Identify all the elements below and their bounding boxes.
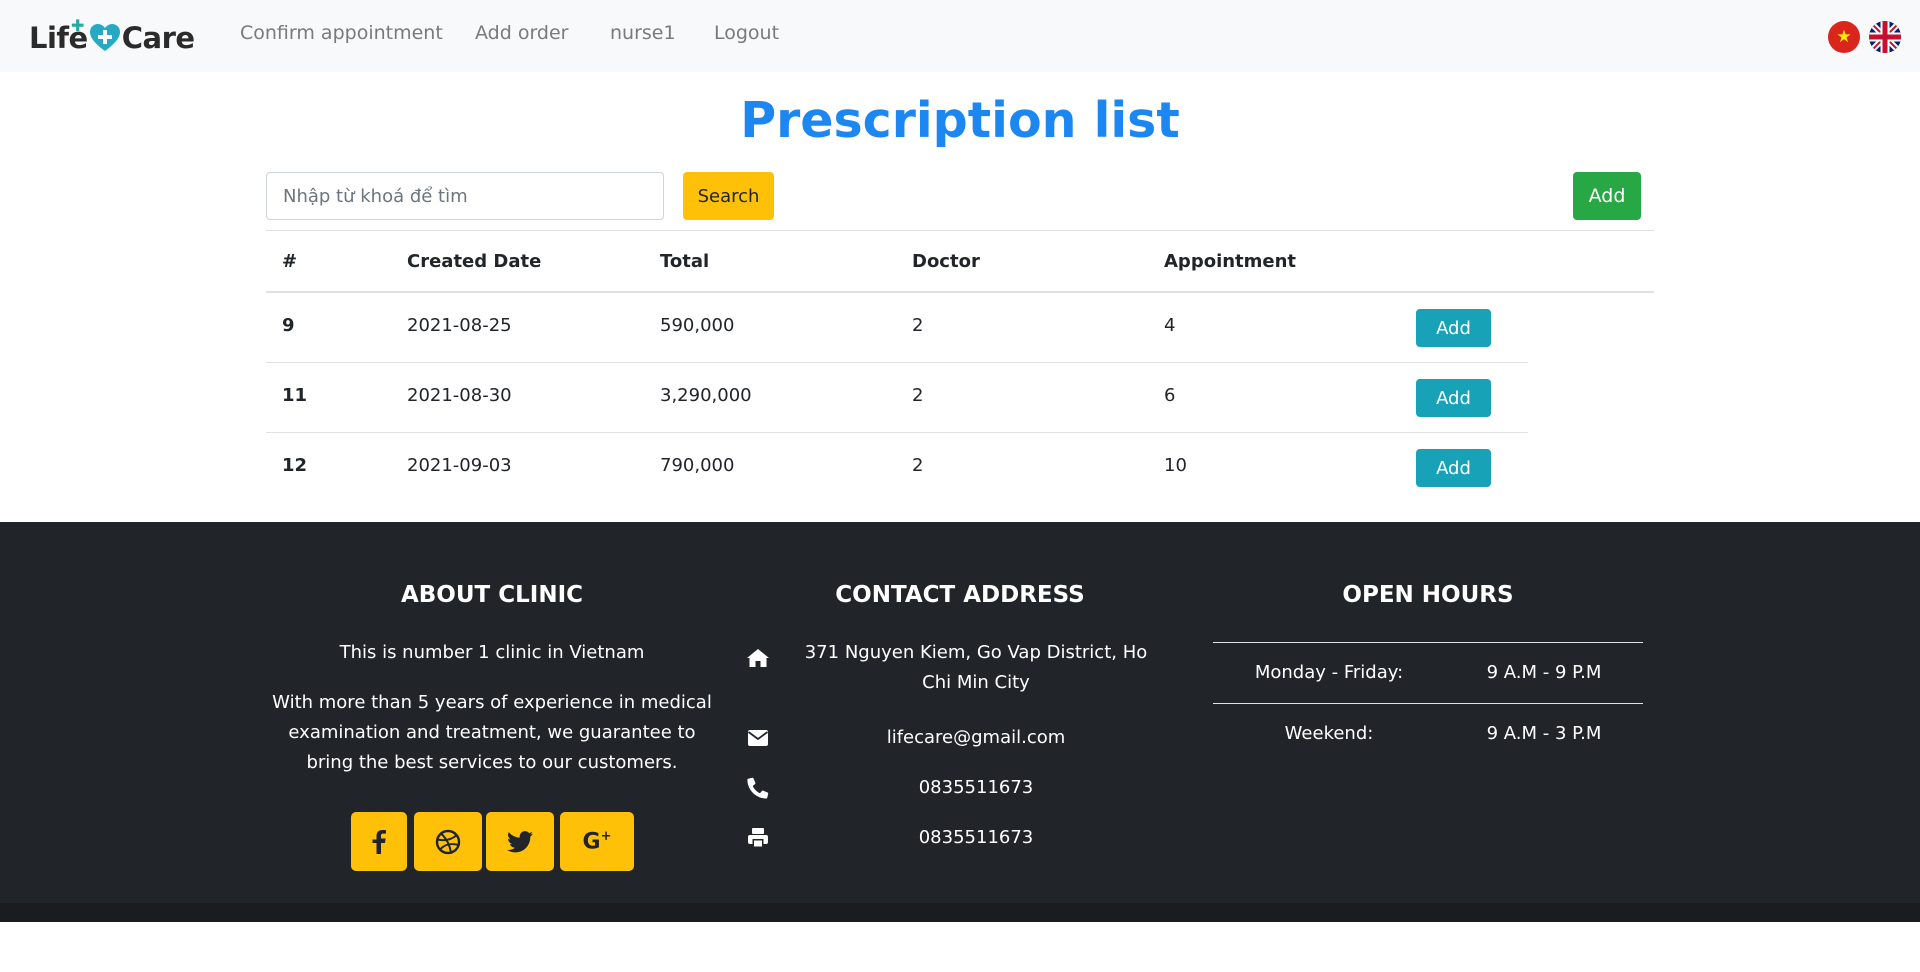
open-hours-heading: OPEN HOURS bbox=[1342, 582, 1514, 608]
header-created-date: Created Date bbox=[407, 251, 542, 272]
weekday-label: Monday - Friday: bbox=[1254, 662, 1404, 683]
cell-created-date: 2021-08-25 bbox=[407, 315, 512, 336]
cell-id: 11 bbox=[282, 385, 308, 406]
table-row: 12 2021-09-03 790,000 2 10 Add bbox=[266, 432, 1528, 502]
header-id: # bbox=[282, 251, 298, 272]
divider bbox=[1213, 642, 1643, 643]
weekend-hours: 9 A.M - 3 P.M bbox=[1486, 723, 1602, 744]
brand-text-care: Care bbox=[121, 21, 195, 55]
heart-plus-icon bbox=[89, 23, 121, 53]
cell-created-date: 2021-08-30 bbox=[407, 385, 512, 406]
nav-user-nurse1[interactable]: nurse1 bbox=[610, 22, 676, 44]
vietnam-flag-icon[interactable]: ★ bbox=[1828, 21, 1860, 53]
table-header: # Created Date Total Doctor Appointment bbox=[266, 230, 1654, 293]
cell-total: 790,000 bbox=[660, 455, 735, 476]
contact-address: 371 Nguyen Kiem, Go Vap District, Ho Chi… bbox=[804, 642, 1148, 693]
page-title: Prescription list bbox=[740, 92, 1180, 149]
contact-email: lifecare@gmail.com bbox=[886, 727, 1066, 748]
cell-appointment: 4 bbox=[1164, 315, 1176, 336]
prescription-table: # Created Date Total Doctor Appointment … bbox=[266, 230, 1654, 487]
nav-logout[interactable]: Logout bbox=[714, 22, 779, 44]
cell-doctor: 2 bbox=[912, 315, 924, 336]
envelope-icon bbox=[746, 726, 770, 750]
print-icon bbox=[746, 826, 770, 850]
dribbble-icon[interactable] bbox=[414, 812, 482, 871]
footer: ABOUT CLINIC This is number 1 clinic in … bbox=[0, 522, 1920, 903]
add-prescription-button[interactable]: Add bbox=[1573, 172, 1641, 220]
uk-flag-icon[interactable] bbox=[1869, 21, 1901, 53]
home-icon bbox=[746, 646, 770, 670]
header-total: Total bbox=[660, 251, 710, 272]
nav-confirm-appointment[interactable]: Confirm appointment bbox=[240, 22, 443, 44]
about-description: With more than 5 years of experience in … bbox=[272, 692, 712, 773]
twitter-icon[interactable] bbox=[486, 812, 554, 871]
brand-logo[interactable]: Life Care ✚ bbox=[29, 16, 195, 58]
phone-icon bbox=[746, 776, 770, 800]
facebook-icon[interactable] bbox=[351, 812, 407, 871]
sparkle-plus-icon: ✚ bbox=[71, 16, 84, 35]
contact-address-heading: CONTACT ADDRESS bbox=[835, 582, 1085, 608]
table-row: 9 2021-08-25 590,000 2 4 Add bbox=[266, 293, 1528, 363]
cell-doctor: 2 bbox=[912, 385, 924, 406]
nav-add-order[interactable]: Add order bbox=[475, 22, 569, 44]
weekend-label: Weekend: bbox=[1284, 723, 1374, 744]
cell-created-date: 2021-09-03 bbox=[407, 455, 512, 476]
search-input[interactable] bbox=[266, 172, 664, 220]
weekday-hours: 9 A.M - 9 P.M bbox=[1486, 662, 1602, 683]
row-add-button[interactable]: Add bbox=[1416, 309, 1491, 347]
cell-appointment: 6 bbox=[1164, 385, 1176, 406]
search-button[interactable]: Search bbox=[683, 172, 774, 220]
contact-fax: 0835511673 bbox=[918, 827, 1034, 848]
cell-id: 9 bbox=[282, 315, 295, 336]
header-doctor: Doctor bbox=[912, 251, 980, 272]
contact-phone: 0835511673 bbox=[918, 777, 1034, 798]
row-add-button[interactable]: Add bbox=[1416, 449, 1491, 487]
cell-total: 590,000 bbox=[660, 315, 735, 336]
cell-doctor: 2 bbox=[912, 455, 924, 476]
about-tagline: This is number 1 clinic in Vietnam bbox=[339, 642, 645, 663]
footer-bottom-bar bbox=[0, 903, 1920, 922]
row-add-button[interactable]: Add bbox=[1416, 379, 1491, 417]
cell-total: 3,290,000 bbox=[660, 385, 752, 406]
divider bbox=[1213, 703, 1643, 704]
about-clinic-heading: ABOUT CLINIC bbox=[400, 582, 584, 608]
header-appointment: Appointment bbox=[1164, 251, 1297, 272]
cell-appointment: 10 bbox=[1164, 455, 1187, 476]
top-navbar: Life Care ✚ Confirm appointment Add orde… bbox=[0, 0, 1920, 72]
cell-id: 12 bbox=[282, 455, 308, 476]
google-plus-icon[interactable]: G+ bbox=[560, 812, 634, 871]
table-row: 11 2021-08-30 3,290,000 2 6 Add bbox=[266, 362, 1528, 432]
